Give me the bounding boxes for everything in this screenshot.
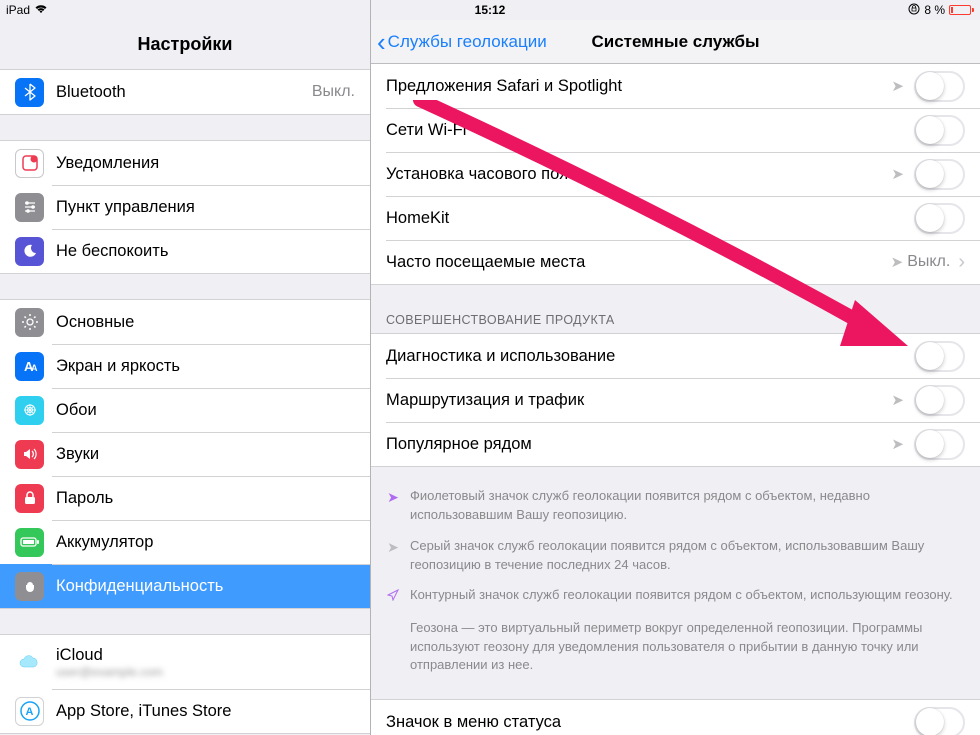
footer-legend: ➤ Фиолетовый значок служб геолокации поя… (371, 467, 980, 685)
icloud-account: user@example.com (56, 665, 163, 679)
toggle-status-bar-icon[interactable] (914, 707, 965, 735)
location-arrow-icon: ➤ (891, 165, 904, 183)
toggle-diagnostics[interactable] (914, 341, 965, 372)
clock: 15:12 (475, 3, 506, 17)
detail-header: ‹ Службы геолокации Системные службы (371, 20, 980, 64)
sounds-icon (15, 440, 44, 469)
battery-icon-sidebar (15, 528, 44, 557)
appstore-icon: A (15, 697, 44, 726)
passcode-icon (15, 484, 44, 513)
icloud-icon (15, 648, 44, 677)
location-arrow-icon: ➤ (891, 77, 904, 95)
location-arrow-icon: ➤ (891, 391, 904, 409)
toggle-routing-traffic[interactable] (914, 385, 965, 416)
svg-text:A: A (25, 706, 33, 718)
location-arrow-gray-icon: ➤ (386, 537, 400, 575)
detail-title: Системные службы (591, 32, 759, 52)
battery-icon (949, 5, 974, 15)
chevron-right-icon: › (958, 251, 965, 274)
sidebar-item-passcode[interactable]: Пароль (0, 476, 370, 520)
row-wifi-networks[interactable]: Сети Wi-Fi (371, 108, 980, 152)
battery-percentage: 8 % (924, 3, 945, 17)
privacy-icon (15, 572, 44, 601)
chevron-left-icon: ‹ (377, 29, 386, 55)
detail-pane: ‹ Службы геолокации Системные службы Пре… (371, 0, 980, 735)
toggle-homekit[interactable] (914, 203, 965, 234)
row-homekit[interactable]: HomeKit (371, 196, 980, 240)
sidebar-item-notifications[interactable]: Уведомления (0, 141, 370, 185)
row-status-bar-icon[interactable]: Значок в меню статуса (371, 700, 980, 735)
status-bar: iPad 15:12 8 % (0, 0, 980, 20)
dnd-icon (15, 237, 44, 266)
toggle-safari-spotlight[interactable] (914, 71, 965, 102)
bluetooth-value: Выкл. (312, 83, 355, 101)
sidebar-item-appstore[interactable]: A App Store, iTunes Store (0, 689, 370, 733)
toggle-popular-nearby[interactable] (914, 429, 965, 460)
orientation-lock-icon (908, 3, 920, 18)
general-icon (15, 308, 44, 337)
sidebar-item-dnd[interactable]: Не беспокоить (0, 229, 370, 273)
sidebar-item-wallpaper[interactable]: Обои (0, 388, 370, 432)
row-routing-traffic[interactable]: Маршрутизация и трафик ➤ (371, 378, 980, 422)
sidebar-item-display[interactable]: AA Экран и яркость (0, 344, 370, 388)
toggle-wifi-networks[interactable] (914, 115, 965, 146)
sidebar-item-bluetooth[interactable]: Bluetooth Выкл. (0, 70, 370, 114)
row-timezone[interactable]: Установка часового пояса ➤ (371, 152, 980, 196)
location-arrow-icon: ➤ (891, 435, 904, 453)
wallpaper-icon (15, 396, 44, 425)
row-safari-spotlight[interactable]: Предложения Safari и Spotlight ➤ (371, 64, 980, 108)
control-center-icon (15, 193, 44, 222)
wifi-icon (34, 3, 48, 17)
location-arrow-outline-icon (386, 586, 400, 606)
sidebar-item-control-center[interactable]: Пункт управления (0, 185, 370, 229)
toggle-timezone[interactable] (914, 159, 965, 190)
sidebar-item-sounds[interactable]: Звуки (0, 432, 370, 476)
back-button[interactable]: ‹ Службы геолокации (371, 29, 547, 55)
sidebar-item-battery[interactable]: Аккумулятор (0, 520, 370, 564)
settings-sidebar: Настройки Bluetooth Выкл. Уведомления (0, 0, 371, 735)
bluetooth-icon (15, 78, 44, 107)
location-arrow-purple-icon: ➤ (386, 487, 400, 525)
row-popular-nearby[interactable]: Популярное рядом ➤ (371, 422, 980, 466)
device-label: iPad (6, 3, 30, 17)
display-icon: AA (15, 352, 44, 381)
row-frequent-locations[interactable]: Часто посещаемые места ➤ Выкл. › (371, 240, 980, 284)
notifications-icon (15, 149, 44, 178)
sidebar-item-privacy[interactable]: Конфиденциальность (0, 564, 370, 608)
location-arrow-icon: ➤ (891, 253, 904, 271)
row-diagnostics[interactable]: Диагностика и использование (371, 334, 980, 378)
bluetooth-label: Bluetooth (56, 83, 126, 102)
sidebar-item-general[interactable]: Основные (0, 300, 370, 344)
sidebar-item-icloud[interactable]: iCloud user@example.com (0, 635, 370, 689)
svg-text:A: A (31, 363, 38, 373)
sidebar-title: Настройки (0, 20, 370, 65)
section-header-improvement: Совершенствование продукта (371, 285, 980, 333)
